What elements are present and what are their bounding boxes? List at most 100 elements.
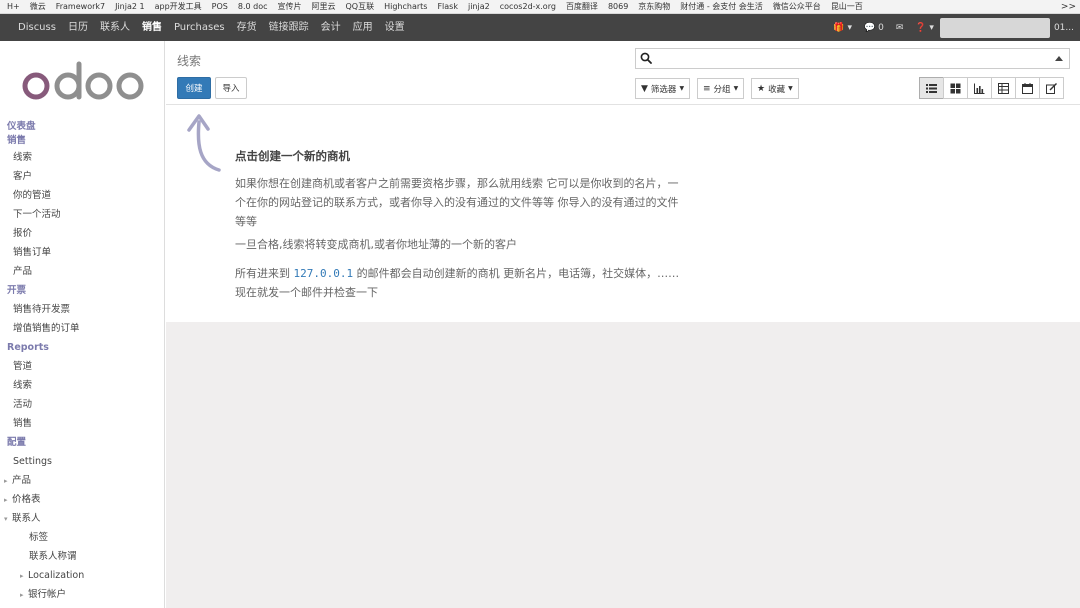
help-text: 所有进来到 [235, 267, 294, 280]
sidebar-item-upselling[interactable]: 增值销售的订单 [0, 319, 165, 338]
filter-icon: ▼ [641, 83, 648, 94]
bookmark-item[interactable]: 京东购物 [638, 0, 670, 13]
bookmark-item[interactable]: 昆山一百 [831, 0, 863, 13]
kanban-view-button[interactable] [943, 77, 968, 99]
sidebar-item-report-leads[interactable]: 线索 [0, 376, 165, 395]
user-menu[interactable]: 01... [1054, 23, 1074, 33]
caret-right-icon: ▸ [4, 477, 8, 485]
form-view-button[interactable] [1039, 77, 1064, 99]
sidebar-item-report-pipeline[interactable]: 管道 [0, 357, 165, 376]
nav-discuss[interactable]: Discuss [18, 14, 56, 41]
user-avatar-blurred[interactable] [939, 17, 1050, 38]
view-switcher [919, 77, 1064, 99]
graph-view-button[interactable] [967, 77, 992, 99]
list-view-button[interactable] [919, 77, 944, 99]
sidebar-item-customers[interactable]: 客户 [0, 167, 165, 186]
bookmark-item[interactable]: 百度翻译 [566, 0, 598, 13]
nav-sales[interactable]: 销售 [142, 14, 162, 41]
bookmark-item[interactable]: H+ [7, 0, 20, 13]
bookmark-item[interactable]: Highcharts [384, 0, 427, 13]
sidebar-item-contact-titles[interactable]: 联系人称谓 [0, 547, 165, 566]
sidebar-item-leads[interactable]: 线索 [0, 148, 165, 167]
bookmark-item[interactable]: POS [212, 0, 228, 13]
sidebar-item-report-activities[interactable]: 活动 [0, 395, 165, 414]
bookmark-item[interactable]: 宣传片 [278, 0, 302, 13]
caret-right-icon: ▸ [20, 572, 24, 580]
nav-accounting[interactable]: 会计 [321, 14, 341, 41]
sidebar-item-report-sales[interactable]: 销售 [0, 414, 165, 433]
sidebar-item-config-contacts[interactable]: ▾ 联系人 [0, 509, 165, 528]
bookmark-item[interactable]: QQ互联 [346, 0, 375, 13]
sidebar-item-pipeline[interactable]: 你的管道 [0, 186, 165, 205]
search-input[interactable] [656, 50, 1046, 67]
bookmark-item[interactable]: 微信公众平台 [773, 0, 821, 13]
sidebar-item-products[interactable]: 产品 [0, 262, 165, 281]
bookmark-item[interactable]: 阿里云 [312, 0, 336, 13]
nav-calendar[interactable]: 日历 [68, 14, 88, 41]
bookmark-item[interactable]: 微云 [30, 0, 46, 13]
search-options-toggle-icon[interactable] [1055, 56, 1063, 61]
sidebar-item-settings[interactable]: Settings [0, 452, 165, 471]
import-button[interactable]: 导入 [215, 77, 247, 99]
bookmark-item[interactable]: Framework7 [56, 0, 105, 13]
sidebar-menu: 仪表盘 销售 线索 客户 你的管道 下一个活动 报价 销售订单 产品 开票 销售… [0, 120, 165, 604]
sidebar-item-bank-accounts[interactable]: ▸ 银行帐户 [0, 585, 165, 604]
sidebar-section-configuration: 配置 [7, 437, 27, 448]
nav-link-tracker[interactable]: 链接跟踪 [269, 14, 309, 41]
filters-dropdown[interactable]: ▼ 筛选器 ▼ [635, 78, 691, 99]
filters-label: 筛选器 [650, 84, 677, 95]
bookmark-item[interactable]: 财付通 - 会支付 会生活 [680, 0, 763, 13]
sidebar-item-pricelists[interactable]: ▸ 价格表 [0, 490, 165, 509]
no-content-help: 点击创建一个新的商机 如果你想在创建商机或者客户之前需要资格步骤，那么就用线索 … [166, 106, 1080, 322]
kanban-view-icon [950, 83, 961, 93]
help-icon[interactable]: ❓ ▾ [915, 23, 934, 33]
sidebar-item-next-activity[interactable]: 下一个活动 [0, 205, 165, 224]
group-by-dropdown[interactable]: ≡ 分组 ▼ [697, 78, 745, 99]
sidebar-item-label: 银行帐户 [28, 589, 67, 600]
bookmark-item[interactable]: app开发工具 [155, 0, 202, 13]
navbar-right: 🎁 ▾ 💬 0 ✉ ❓ ▾ 01... [827, 14, 1080, 41]
nav-settings[interactable]: 设置 [385, 14, 405, 41]
bookmark-item[interactable]: 8.0 doc [238, 0, 268, 13]
nav-inventory[interactable]: 存货 [237, 14, 257, 41]
sidebar-item-to-invoice[interactable]: 销售待开发票 [0, 300, 165, 319]
star-icon: ★ [757, 83, 766, 94]
sidebar-item-tags[interactable]: 标签 [0, 528, 165, 547]
calendar-view-button[interactable] [1015, 77, 1040, 99]
sidebar-item-sales-orders[interactable]: 销售订单 [0, 243, 165, 262]
calendar-view-icon [1022, 82, 1033, 94]
odoo-logo[interactable] [20, 59, 146, 105]
nav-contacts[interactable]: 联系人 [100, 14, 130, 41]
graph-view-icon [974, 83, 985, 94]
pivot-view-button[interactable] [991, 77, 1016, 99]
help-paragraph: 如果你想在创建商机或者客户之前需要资格步骤，那么就用线索 它可以是你收到的名片，… [235, 177, 679, 228]
list-view-icon [926, 83, 937, 93]
top-navbar: Discuss 日历 联系人 销售 Purchases 存货 链接跟踪 会计 应… [0, 14, 1080, 41]
messages-icon[interactable]: 💬 0 [864, 23, 884, 33]
bookmark-item[interactable]: cocos2d-x.org [500, 0, 556, 13]
arrow-up-icon [187, 114, 221, 172]
sidebar-item-quotations[interactable]: 报价 [0, 224, 165, 243]
sidebar-item-config-products[interactable]: ▸ 产品 [0, 471, 165, 490]
nav-purchases[interactable]: Purchases [174, 14, 225, 41]
bookmark-item[interactable]: Flask [437, 0, 458, 13]
bookmark-item[interactable]: jinja2 [468, 0, 490, 13]
favorites-dropdown[interactable]: ★ 收藏 ▼ [751, 78, 799, 99]
sidebar-item-localization[interactable]: ▸ Localization [0, 566, 165, 585]
search-bar [635, 48, 1070, 69]
bookmark-item[interactable]: Jinja2 1 [115, 0, 145, 13]
favorites-label: 收藏 [768, 84, 786, 95]
help-title: 点击创建一个新的商机 [235, 149, 350, 163]
create-button[interactable]: 创建 [177, 77, 211, 99]
sidebar-item-label: 价格表 [12, 494, 41, 505]
search-icon [640, 52, 652, 64]
sidebar-section-dashboard[interactable]: 仪表盘 [0, 120, 165, 134]
caret-down-icon: ▼ [679, 85, 685, 92]
nav-apps[interactable]: 应用 [353, 14, 373, 41]
sidebar-section-reports: Reports [7, 342, 49, 353]
mail-icon[interactable]: ✉ [896, 23, 904, 33]
sidebar-item-label: 联系人 [12, 513, 41, 524]
bookmark-item[interactable]: 8069 [608, 0, 628, 13]
bookmarks-more-button[interactable]: >> [1056, 0, 1076, 13]
gift-icon[interactable]: 🎁 ▾ [833, 23, 852, 33]
